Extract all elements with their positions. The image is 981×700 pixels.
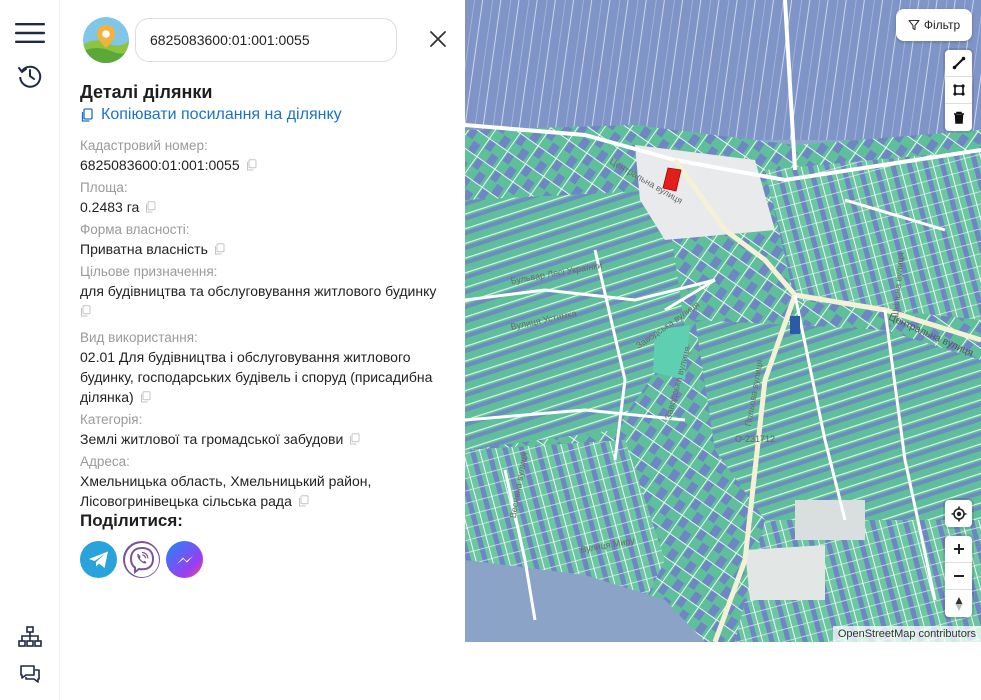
field-value-address: Хмельницька область, Хмельницький район,… bbox=[80, 471, 380, 512]
field-text: Хмельницька область, Хмельницький район,… bbox=[80, 473, 372, 509]
messenger-icon bbox=[176, 555, 193, 564]
copy-icon[interactable] bbox=[298, 492, 309, 512]
zoom-controls bbox=[945, 536, 972, 617]
copy-icon[interactable] bbox=[214, 240, 225, 260]
chat-icon bbox=[20, 665, 40, 683]
share-viber-button[interactable] bbox=[123, 541, 160, 578]
menu-button[interactable] bbox=[10, 15, 50, 51]
field-text: Приватна власність bbox=[80, 241, 208, 257]
telegram-icon bbox=[88, 551, 108, 568]
locate-control bbox=[945, 500, 972, 527]
field-label-address: Адреса: bbox=[80, 454, 130, 469]
field-label-usage: Вид використання: bbox=[80, 330, 198, 345]
trash-icon bbox=[953, 111, 964, 124]
polygon-tool-icon bbox=[952, 84, 965, 96]
compass-icon bbox=[955, 596, 962, 611]
field-value-cadastral: 6825083600:01:001:0055 bbox=[80, 155, 440, 176]
map-attribution[interactable]: OpenStreetMap contributors bbox=[832, 626, 981, 642]
filter-icon bbox=[908, 19, 920, 31]
copy-icon[interactable] bbox=[145, 198, 156, 218]
delete-drawing-button[interactable] bbox=[945, 104, 972, 131]
field-text: для будівництва та обслуговування житлов… bbox=[80, 283, 437, 299]
details-panel: Деталі ділянки Копіювати посилання на ді… bbox=[60, 0, 465, 700]
field-label-ownership: Форма власності: bbox=[80, 222, 190, 237]
share-title: Поділитися: bbox=[80, 511, 183, 530]
field-value-usage: 02.01 Для будівництва і обслуговування ж… bbox=[80, 347, 440, 408]
copy-icon[interactable] bbox=[80, 302, 91, 322]
locate-icon bbox=[951, 506, 966, 521]
copy-icon bbox=[81, 107, 93, 122]
sitemap-button[interactable] bbox=[10, 619, 50, 655]
field-text: 02.01 Для будівництва і обслуговування ж… bbox=[80, 349, 433, 405]
cadastral-map[interactable]: Центральна вулиця Центральна вулиця Буль… bbox=[465, 0, 981, 642]
field-value-category: Землі житлової та громадської забудови bbox=[80, 429, 440, 450]
app-logo bbox=[83, 17, 129, 63]
field-value-purpose: для будівництва та обслуговування житлов… bbox=[80, 281, 440, 322]
menu-icon bbox=[15, 23, 45, 43]
zoom-in-button[interactable] bbox=[945, 536, 972, 563]
draw-polygon-button[interactable] bbox=[945, 77, 972, 104]
draw-line-button[interactable] bbox=[945, 50, 972, 77]
field-value-area: 0.2483 га bbox=[80, 197, 440, 218]
field-text: 0.2483 га bbox=[80, 199, 140, 215]
draw-controls bbox=[945, 50, 972, 131]
sitemap-icon bbox=[18, 626, 42, 647]
app-root: Деталі ділянки Копіювати посилання на ді… bbox=[0, 0, 981, 700]
details-title: Деталі ділянки bbox=[80, 82, 213, 102]
copy-parcel-link-label: Копіювати посилання на ділянку bbox=[101, 106, 342, 123]
history-button[interactable] bbox=[10, 58, 50, 94]
history-icon bbox=[18, 65, 42, 88]
field-text: 6825083600:01:001:0055 bbox=[80, 157, 240, 173]
copy-icon[interactable] bbox=[140, 388, 151, 408]
copy-icon[interactable] bbox=[246, 156, 257, 176]
minus-icon bbox=[953, 575, 964, 577]
field-label-area: Площа: bbox=[80, 180, 128, 195]
cadastral-search-input[interactable] bbox=[135, 18, 397, 62]
close-icon bbox=[430, 31, 446, 47]
locate-me-button[interactable] bbox=[945, 500, 972, 527]
field-label-cadastral: Кадастровий номер: bbox=[80, 138, 208, 153]
line-tool-icon bbox=[952, 56, 965, 70]
plus-icon bbox=[953, 544, 964, 554]
share-telegram-button[interactable] bbox=[80, 541, 117, 578]
chat-button[interactable] bbox=[10, 656, 50, 692]
field-value-ownership: Приватна власність bbox=[80, 239, 440, 260]
viber-icon bbox=[124, 542, 159, 577]
parcel-fields: Кадастровий номер: 6825083600:01:001:005… bbox=[80, 134, 440, 514]
close-button[interactable] bbox=[426, 27, 450, 51]
share-messenger-button[interactable] bbox=[166, 541, 203, 578]
filter-button[interactable]: Фільтр bbox=[896, 9, 972, 41]
zoom-out-button[interactable] bbox=[945, 563, 972, 590]
left-rail bbox=[0, 0, 60, 700]
copy-icon[interactable] bbox=[349, 430, 360, 450]
field-label-purpose: Цільове призначення: bbox=[80, 264, 218, 279]
reset-bearing-button[interactable] bbox=[945, 590, 972, 617]
field-text: Землі житлової та громадської забудови bbox=[80, 431, 344, 447]
street-label: О-231712 bbox=[735, 434, 776, 444]
copy-parcel-link[interactable]: Копіювати посилання на ділянку bbox=[80, 106, 342, 124]
field-label-category: Категорія: bbox=[80, 412, 143, 427]
filter-label: Фільтр bbox=[923, 18, 961, 32]
